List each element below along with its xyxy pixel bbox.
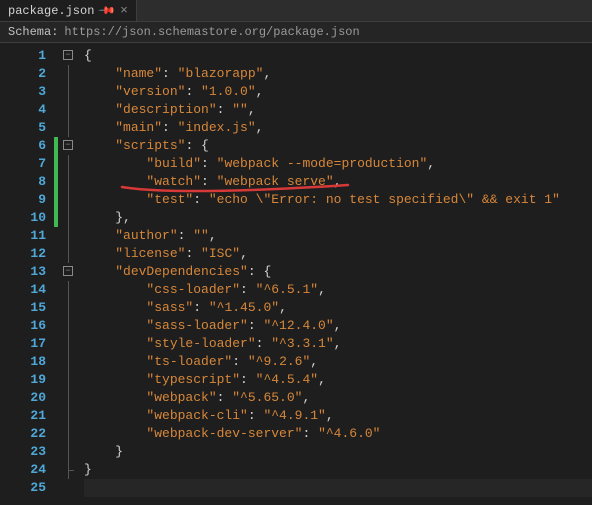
line-number: 11 xyxy=(0,227,46,245)
code-line: }, xyxy=(84,209,592,227)
code-line: "ts-loader": "^9.2.6", xyxy=(84,353,592,371)
code-line: "version": "1.0.0", xyxy=(84,83,592,101)
code-line: "watch": "webpack serve", xyxy=(84,173,592,191)
tab-bar: package.json 📌 × xyxy=(0,0,592,22)
fold-toggle-icon[interactable]: − xyxy=(63,140,73,150)
code-line: "typescript": "^4.5.4", xyxy=(84,371,592,389)
line-number: 7 xyxy=(0,155,46,173)
line-number-gutter: 1 2 3 4 5 6 7 8 9 10 11 12 13 14 15 16 1… xyxy=(0,43,54,504)
schema-label: Schema: xyxy=(8,25,58,39)
code-line: "webpack-dev-server": "^4.6.0" xyxy=(84,425,592,443)
code-line: "test": "echo \"Error: no test specified… xyxy=(84,191,592,209)
line-number: 16 xyxy=(0,317,46,335)
code-line: "webpack-cli": "^4.9.1", xyxy=(84,407,592,425)
schema-url[interactable]: https://json.schemastore.org/package.jso… xyxy=(64,25,359,39)
line-number: 20 xyxy=(0,389,46,407)
line-number: 24 xyxy=(0,461,46,479)
code-line: "license": "ISC", xyxy=(84,245,592,263)
line-number: 2 xyxy=(0,65,46,83)
fold-toggle-icon[interactable]: − xyxy=(63,50,73,60)
code-line: "main": "index.js", xyxy=(84,119,592,137)
pin-icon[interactable]: 📌 xyxy=(97,1,117,21)
code-line: "author": "", xyxy=(84,227,592,245)
line-number: 25 xyxy=(0,479,46,497)
code-area[interactable]: { "name": "blazorapp", "version": "1.0.0… xyxy=(78,43,592,504)
line-number: 6 xyxy=(0,137,46,155)
line-number: 15 xyxy=(0,299,46,317)
code-line: "sass": "^1.45.0", xyxy=(84,299,592,317)
code-line: "style-loader": "^3.3.1", xyxy=(84,335,592,353)
line-number: 23 xyxy=(0,443,46,461)
code-line: { xyxy=(84,47,592,65)
code-line: "css-loader": "^6.5.1", xyxy=(84,281,592,299)
line-number: 3 xyxy=(0,83,46,101)
line-number: 8 xyxy=(0,173,46,191)
file-tab[interactable]: package.json 📌 × xyxy=(0,0,137,21)
schema-bar: Schema: https://json.schemastore.org/pac… xyxy=(0,22,592,43)
line-number: 18 xyxy=(0,353,46,371)
line-number: 22 xyxy=(0,425,46,443)
code-line: "build": "webpack --mode=production", xyxy=(84,155,592,173)
code-line: "sass-loader": "^12.4.0", xyxy=(84,317,592,335)
line-number: 13 xyxy=(0,263,46,281)
tab-filename: package.json xyxy=(8,4,94,18)
line-number: 21 xyxy=(0,407,46,425)
fold-toggle-icon[interactable]: − xyxy=(63,266,73,276)
fold-gutter: − − − xyxy=(58,43,78,504)
code-line: "devDependencies": { xyxy=(84,263,592,281)
line-number: 4 xyxy=(0,101,46,119)
line-number: 19 xyxy=(0,371,46,389)
line-number: 10 xyxy=(0,209,46,227)
line-number: 5 xyxy=(0,119,46,137)
line-number: 12 xyxy=(0,245,46,263)
code-line: "scripts": { xyxy=(84,137,592,155)
line-number: 1 xyxy=(0,47,46,65)
code-line xyxy=(84,479,592,497)
line-number: 9 xyxy=(0,191,46,209)
code-line: "name": "blazorapp", xyxy=(84,65,592,83)
code-editor[interactable]: 1 2 3 4 5 6 7 8 9 10 11 12 13 14 15 16 1… xyxy=(0,43,592,504)
code-line: "description": "", xyxy=(84,101,592,119)
close-icon[interactable]: × xyxy=(120,3,128,18)
code-line: } xyxy=(84,461,592,479)
code-line: } xyxy=(84,443,592,461)
line-number: 14 xyxy=(0,281,46,299)
code-line: "webpack": "^5.65.0", xyxy=(84,389,592,407)
line-number: 17 xyxy=(0,335,46,353)
